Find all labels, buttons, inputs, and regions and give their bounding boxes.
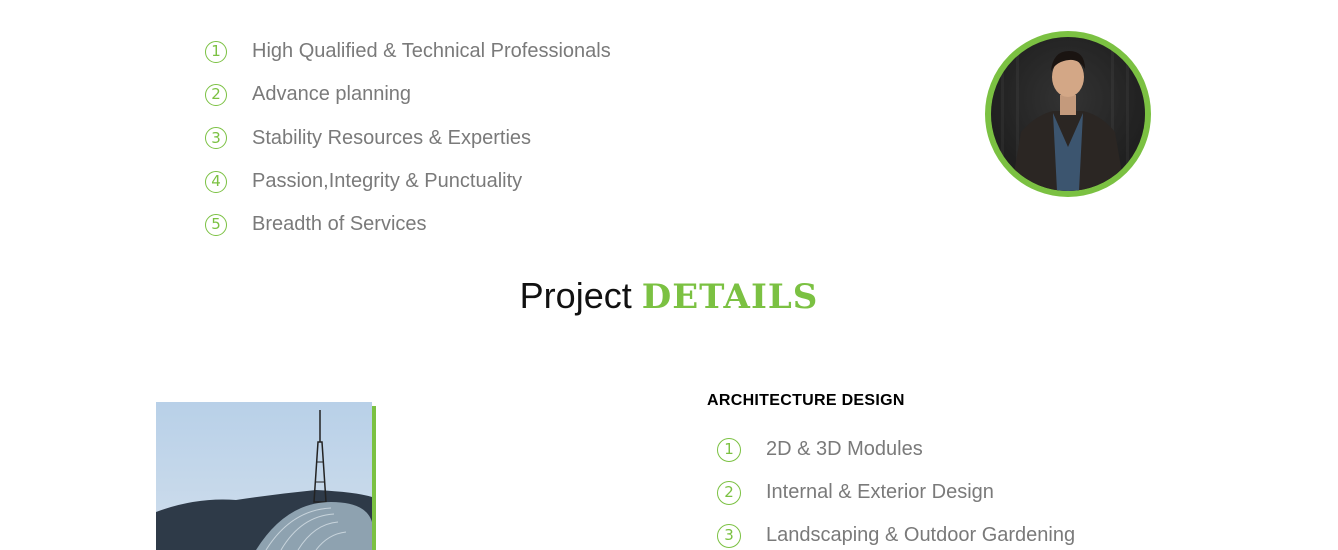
feature-text: High Qualified & Technical Professionals xyxy=(252,40,611,63)
architecture-heading: ARCHITECTURE DESIGN xyxy=(707,392,905,409)
feature-text: Passion,Integrity & Punctuality xyxy=(252,170,523,193)
feature-item: 5 Breadth of Services xyxy=(205,203,611,246)
circled-number-icon: 1 xyxy=(717,437,741,462)
section-title: Project DETAILS xyxy=(0,275,1338,317)
feature-text: Advance planning xyxy=(252,83,412,106)
list-item: 1 2D & 3D Modules xyxy=(717,428,1075,471)
circled-number-icon: 3 xyxy=(205,127,227,150)
feature-item: 2 Advance planning xyxy=(205,73,611,116)
circled-number-icon: 3 xyxy=(717,523,741,548)
image-accent-border xyxy=(372,406,376,550)
feature-item: 1 High Qualified & Technical Professiona… xyxy=(205,30,611,73)
circled-number-icon: 5 xyxy=(205,213,227,236)
project-image xyxy=(156,402,372,550)
circled-number-icon: 2 xyxy=(205,83,227,106)
tower-dome-photo xyxy=(156,410,372,550)
circled-number-icon: 1 xyxy=(205,40,227,63)
section-title-accent: DETAILS xyxy=(641,277,819,317)
circled-number-icon: 4 xyxy=(205,170,227,193)
architecture-list: 1 2D & 3D Modules 2 Internal & Exterior … xyxy=(717,428,1075,550)
profile-avatar xyxy=(985,31,1151,197)
page: 1 High Qualified & Technical Professiona… xyxy=(0,0,1338,550)
feature-list: 1 High Qualified & Technical Professiona… xyxy=(205,30,611,246)
list-item-text: Landscaping & Outdoor Gardening xyxy=(766,524,1076,546)
person-photo xyxy=(991,37,1145,191)
feature-item: 4 Passion,Integrity & Punctuality xyxy=(205,160,611,203)
feature-text: Stability Resources & Experties xyxy=(252,126,532,149)
list-item: 3 Landscaping & Outdoor Gardening xyxy=(717,514,1075,550)
section-title-plain: Project xyxy=(519,275,642,316)
list-item-text: 2D & 3D Modules xyxy=(766,438,923,460)
circled-number-icon: 2 xyxy=(717,480,741,505)
feature-item: 3 Stability Resources & Experties xyxy=(205,117,611,160)
feature-text: Breadth of Services xyxy=(252,213,427,236)
list-item: 2 Internal & Exterior Design xyxy=(717,471,1075,514)
list-item-text: Internal & Exterior Design xyxy=(766,481,994,503)
